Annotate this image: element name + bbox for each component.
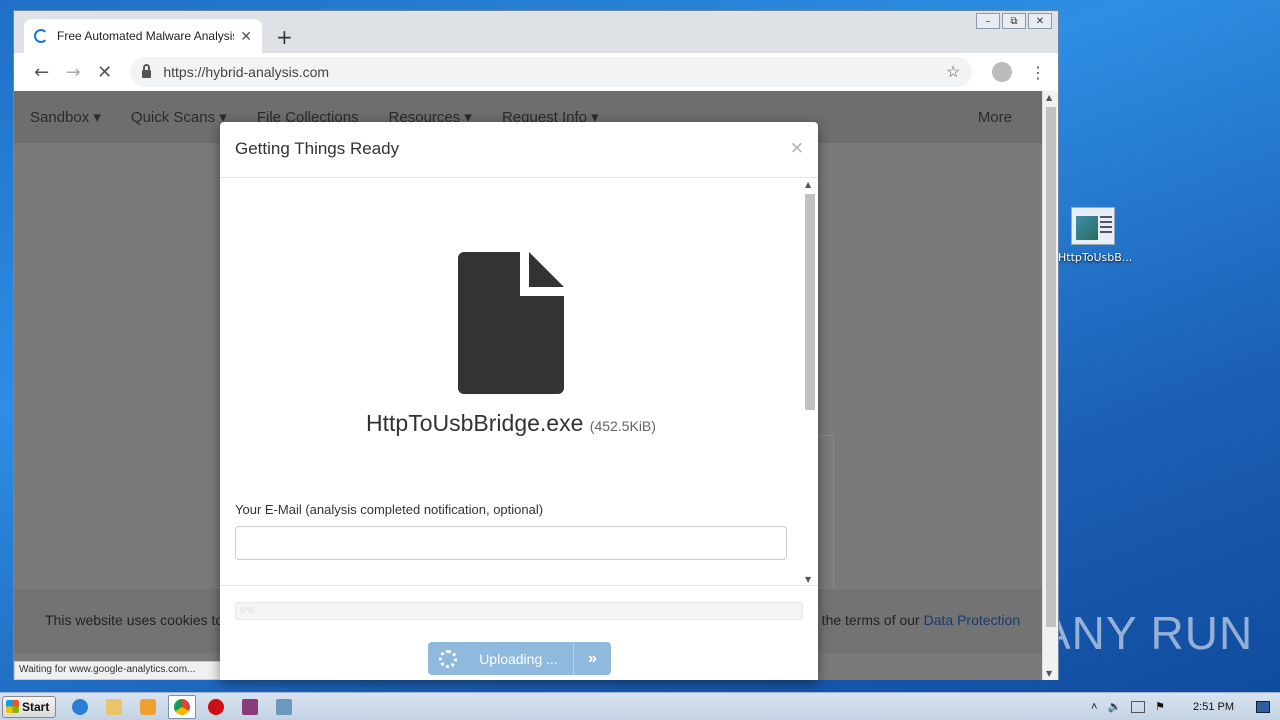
email-field[interactable] [235, 526, 787, 560]
modal-body: HttpToUsbBridge.exe (452.5KiB) Your E-Ma… [220, 179, 818, 585]
modal-close-button[interactable]: × [790, 138, 804, 158]
forward-icon[interactable]: → [57, 62, 88, 83]
desktop-icon-label: HttpToUsbB... [1058, 251, 1133, 264]
file-icon [458, 252, 564, 394]
modal-footer: 0% Uploading ... » [220, 585, 818, 680]
watermark-text: ANY RUN [1040, 607, 1254, 659]
lock-icon [142, 64, 152, 78]
bookmark-star-icon[interactable]: ☆ [946, 62, 960, 82]
page-scrollbar[interactable]: ▲ ▼ [1042, 91, 1058, 680]
show-desktop-icon[interactable] [1256, 700, 1270, 713]
back-icon[interactable]: ← [26, 62, 57, 83]
desktop-file-icon[interactable]: HttpToUsbB... [1058, 207, 1133, 264]
file-size: (452.5KiB) [589, 418, 656, 434]
start-button[interactable]: Start [2, 695, 56, 718]
cookie-text-right: o the terms of our Data Protection [810, 612, 1020, 628]
url-text: https://hybrid-analysis.com [163, 64, 330, 80]
windows-logo-icon [6, 700, 19, 713]
double-chevron-right-icon: » [573, 642, 611, 675]
browser-menu-icon[interactable]: ⋮ [1030, 63, 1046, 82]
network-icon[interactable] [1131, 700, 1146, 713]
new-tab-button[interactable]: + [276, 25, 293, 49]
upload-modal: Getting Things Ready × HttpToUsbBridge.e… [220, 122, 818, 680]
file-name: HttpToUsbBridge.exe (452.5KiB) [220, 410, 802, 437]
taskbar-apps [66, 694, 298, 719]
cookie-text-right-label: o the terms of our [810, 612, 920, 628]
nav-sandbox-label: Sandbox [30, 109, 90, 126]
winrar-icon[interactable] [236, 695, 264, 719]
address-bar[interactable]: https://hybrid-analysis.com ☆ [130, 57, 973, 87]
action-center-flag-icon[interactable]: ⚑ [1155, 700, 1165, 713]
browser-toolbar: ← → ✕ https://hybrid-analysis.com ☆ ⋮ [14, 53, 1058, 91]
volume-icon[interactable]: 🔈 [1107, 700, 1121, 713]
profile-avatar[interactable] [992, 62, 1012, 82]
loading-spinner-icon [34, 29, 48, 43]
nav-sandbox[interactable]: Sandbox ▾ [30, 108, 101, 126]
cookie-text-left: This website uses cookies to [45, 612, 224, 628]
upload-progress-bar: 0% [235, 602, 803, 620]
app-window-icon[interactable] [270, 695, 298, 719]
clock[interactable]: 2:51 PM [1193, 701, 1234, 713]
close-tab-icon[interactable]: ✕ [240, 28, 252, 45]
system-tray: ˄ 🔈 ⚑ 2:51 PM [1091, 700, 1280, 713]
spinner-icon [428, 642, 468, 675]
modal-scroll-down-icon[interactable]: ▼ [805, 575, 811, 584]
media-player-icon[interactable] [134, 695, 162, 719]
ie-icon[interactable] [66, 695, 94, 719]
scroll-up-icon[interactable]: ▲ [1046, 93, 1052, 102]
stop-loading-icon[interactable]: ✕ [89, 62, 120, 83]
progress-label: 0% [240, 606, 255, 616]
tray-expand-icon[interactable]: ˄ [1091, 701, 1097, 713]
scroll-down-icon[interactable]: ▼ [1046, 669, 1052, 678]
executable-icon [1071, 207, 1115, 245]
modal-scroll-thumb[interactable] [805, 194, 815, 410]
nav-quick-scans[interactable]: Quick Scans ▾ [131, 108, 227, 126]
modal-title: Getting Things Ready [235, 139, 400, 158]
modal-scrollbar[interactable]: ▲ ▼ [802, 180, 818, 584]
tab-strip: Free Automated Malware Analysis S… ✕ + [14, 11, 1058, 53]
explorer-icon[interactable] [100, 695, 128, 719]
page-scroll-thumb[interactable] [1046, 107, 1056, 627]
nav-more[interactable]: More [978, 109, 1012, 126]
tab-active[interactable]: Free Automated Malware Analysis S… ✕ [24, 19, 262, 53]
email-label: Your E-Mail (analysis completed notifica… [235, 502, 544, 517]
modal-header: Getting Things Ready × [220, 122, 818, 178]
start-label: Start [22, 699, 50, 714]
uploading-label: Uploading ... [479, 650, 558, 667]
opera-icon[interactable] [202, 695, 230, 719]
anyrun-watermark: ANY RUN [1040, 606, 1253, 660]
data-protection-link[interactable]: Data Protection [924, 612, 1021, 628]
taskbar: Start ˄ 🔈 ⚑ 2:51 PM [0, 692, 1280, 720]
uploading-button[interactable]: Uploading ... » [428, 642, 611, 675]
chrome-icon[interactable] [168, 694, 196, 719]
modal-scroll-up-icon[interactable]: ▲ [805, 180, 811, 189]
file-name-text: HttpToUsbBridge.exe [366, 410, 584, 436]
tab-title: Free Automated Malware Analysis S… [57, 29, 235, 43]
nav-quick-scans-label: Quick Scans [130, 109, 216, 126]
